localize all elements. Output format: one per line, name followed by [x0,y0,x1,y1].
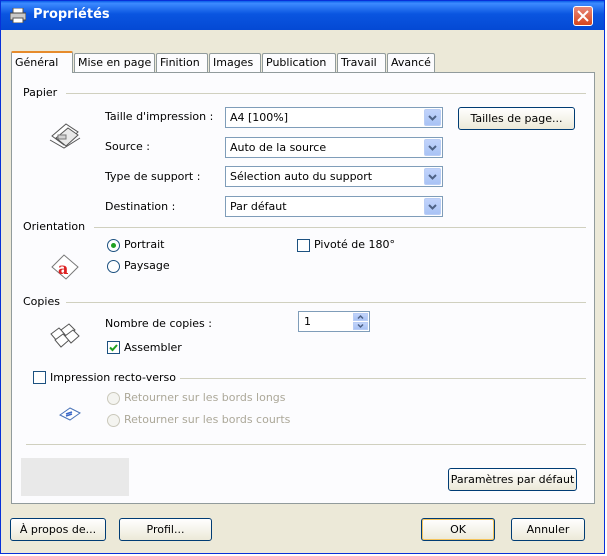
media-type-label: Type de support : [105,170,201,183]
close-icon [577,10,589,22]
copies-count-stepper[interactable]: 1 [298,311,370,332]
media-type-value: Sélection auto du support [230,170,373,183]
short-edge-radio[interactable] [107,414,120,427]
page-sizes-button[interactable]: Tailles de page... [458,107,575,130]
tab-job[interactable]: Travail [337,53,386,72]
tab-images[interactable]: Images [209,53,261,72]
chevron-down-icon[interactable] [424,168,441,185]
copies-group-divider [66,302,586,303]
tab-publication[interactable]: Publication [262,53,336,72]
duplex-icon [59,407,81,421]
chevron-down-icon[interactable] [424,198,441,215]
print-size-label: Taille d'impression : [105,110,214,123]
destination-label: Destination : [105,200,176,213]
source-label: Source : [105,140,150,153]
profile-button[interactable]: Profil... [119,518,212,541]
chevron-down-icon[interactable] [424,139,441,156]
collate-checkbox[interactable] [107,341,120,354]
rotate-180-checkbox[interactable] [297,239,310,252]
tab-panel-general: Papier Taille d'impression : A4 [100%] T… [11,72,595,504]
copies-count-label: Nombre de copies : [105,317,212,330]
print-size-value: A4 [100%] [230,111,289,124]
tab-advanced[interactable]: Avancé [387,53,435,72]
orientation-group-divider [94,227,586,228]
orientation-group-label: Orientation [23,220,86,233]
svg-text:a: a [58,259,68,278]
properties-dialog: Propriétés Général Mise en page Finition… [0,0,605,554]
stepper-arrows [353,313,368,330]
about-button[interactable]: À propos de... [10,518,106,541]
rotate-180-label[interactable]: Pivoté de 180° [314,238,395,251]
chevron-down-icon[interactable] [424,109,441,126]
tab-general[interactable]: Général [11,51,73,73]
tab-finishing[interactable]: Finition [156,53,208,72]
title-bar[interactable]: Propriétés [1,1,604,30]
bottom-divider [26,444,586,445]
chevron-up-icon[interactable] [353,313,368,321]
portrait-a-icon: a [51,254,79,280]
collate-pages-icon [50,323,80,348]
defaults-button[interactable]: Paramètres par défaut [448,468,577,491]
close-button[interactable] [573,6,593,26]
collate-label[interactable]: Assembler [124,341,182,354]
checkmark-icon [109,344,118,352]
preview-placeholder [21,458,129,496]
landscape-label[interactable]: Paysage [124,259,170,272]
paper-group-label: Papier [23,86,58,99]
source-value: Auto de la source [230,141,327,154]
duplex-checkbox[interactable] [33,371,46,384]
printer-icon [10,8,26,23]
print-size-select[interactable]: A4 [100%] [225,107,443,128]
copies-group-label: Copies [23,295,60,308]
destination-value: Par défaut [230,200,287,213]
paper-stack-icon [49,123,81,149]
destination-select[interactable]: Par défaut [225,196,443,217]
short-edge-label[interactable]: Retourner sur les bords courts [124,413,290,426]
chevron-down-icon[interactable] [353,322,368,330]
cancel-button[interactable]: Annuler [511,518,585,541]
long-edge-label[interactable]: Retourner sur les bords longs [124,391,286,404]
source-select[interactable]: Auto de la source [225,137,443,158]
long-edge-radio[interactable] [107,392,120,405]
portrait-label[interactable]: Portrait [124,238,164,251]
duplex-label[interactable]: Impression recto-verso [50,371,176,384]
tab-page-setup[interactable]: Mise en page [74,53,155,72]
copies-count-value: 1 [304,315,311,328]
portrait-radio[interactable] [107,239,120,252]
landscape-radio[interactable] [107,260,120,273]
duplex-group-divider [180,378,586,379]
media-type-select[interactable]: Sélection auto du support [225,166,443,187]
paper-group-divider [66,93,586,94]
ok-button[interactable]: OK [421,518,495,541]
window-title: Propriétés [33,7,110,22]
